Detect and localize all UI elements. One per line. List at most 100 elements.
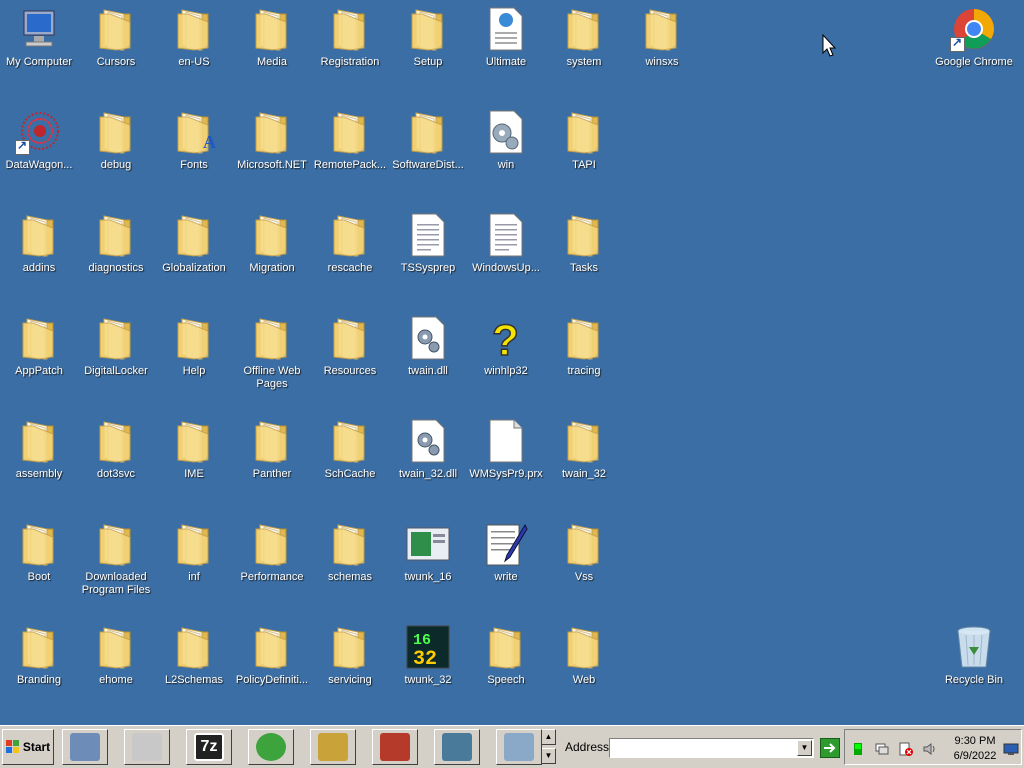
desktop-icon[interactable]: Speech bbox=[467, 622, 545, 718]
desktop-icon[interactable]: IME bbox=[155, 416, 233, 512]
desktop-icon[interactable]: ehome bbox=[77, 622, 155, 718]
desktop-icon[interactable]: Google Chrome bbox=[935, 4, 1013, 100]
address-input[interactable] bbox=[609, 738, 814, 758]
desktop-icon-label: Web bbox=[572, 674, 596, 686]
desktop-icon[interactable]: TAPI bbox=[545, 107, 623, 203]
desktop-icon[interactable]: 16 32 twunk_32 bbox=[389, 622, 467, 718]
desktop-icon[interactable]: Boot bbox=[0, 519, 78, 615]
desktop-icon[interactable]: servicing bbox=[311, 622, 389, 718]
network-lock-launch-button[interactable] bbox=[62, 729, 108, 765]
toolbox-icon bbox=[380, 733, 410, 761]
go-icon[interactable] bbox=[820, 738, 840, 758]
address-dropdown-button[interactable]: ▼ bbox=[797, 740, 812, 756]
desktop-icon[interactable]: SchCache bbox=[311, 416, 389, 512]
desktop-icon-label: TAPI bbox=[572, 159, 596, 171]
desktop-icon[interactable]: Offline Web Pages bbox=[233, 313, 311, 409]
desktop-icon[interactable]: write bbox=[467, 519, 545, 615]
fax-launch-button[interactable] bbox=[124, 729, 170, 765]
desktop-icon[interactable]: Globalization bbox=[155, 210, 233, 306]
desktop-icon[interactable]: Media bbox=[233, 4, 311, 100]
desktop-icon[interactable]: Web bbox=[545, 622, 623, 718]
show-desktop-icon[interactable] bbox=[1003, 742, 1019, 756]
quicklaunch-scroll-up-button[interactable]: ▲ bbox=[541, 729, 556, 745]
desktop-icon[interactable]: twain.dll bbox=[389, 313, 467, 409]
desktop-icon[interactable]: My Computer bbox=[0, 4, 78, 100]
desktop-icon-label: winsxs bbox=[645, 56, 679, 68]
desktop-icon[interactable]: Recycle Bin bbox=[935, 622, 1013, 718]
desktop-icon[interactable]: Help bbox=[155, 313, 233, 409]
toolbox-launch-button[interactable] bbox=[372, 729, 418, 765]
volume-icon[interactable] bbox=[923, 742, 937, 756]
desktop-icon[interactable]: assembly bbox=[0, 416, 78, 512]
desktop-icon[interactable]: Cursors bbox=[77, 4, 155, 100]
desktop-icon[interactable]: Microsoft.NET bbox=[233, 107, 311, 203]
windows-logo-launch-button[interactable] bbox=[248, 729, 294, 765]
shortcut-arrow-icon bbox=[15, 138, 30, 155]
desktop-icon[interactable]: DataWagon... bbox=[0, 107, 78, 203]
desktop-icon[interactable]: Panther bbox=[233, 416, 311, 512]
desktop-icon[interactable]: PolicyDefiniti... bbox=[233, 622, 311, 718]
security-alert-icon[interactable] bbox=[899, 742, 913, 756]
folder-icon bbox=[170, 210, 218, 260]
desktop-icon[interactable]: twain_32 bbox=[545, 416, 623, 512]
clock-time[interactable]: 9:30 PM bbox=[945, 735, 1005, 747]
folder-icon bbox=[92, 622, 140, 672]
network-icon[interactable] bbox=[875, 742, 889, 756]
desktop-icon[interactable]: AppPatch bbox=[0, 313, 78, 409]
desktop-icon[interactable]: diagnostics bbox=[77, 210, 155, 306]
desktop-icon[interactable]: tracing bbox=[545, 313, 623, 409]
desktop-icon[interactable]: Tasks bbox=[545, 210, 623, 306]
desktop-icon[interactable]: en-US bbox=[155, 4, 233, 100]
desktop-icon[interactable]: Setup bbox=[389, 4, 467, 100]
desktop-icon[interactable]: Performance bbox=[233, 519, 311, 615]
desktop-icon[interactable]: addins bbox=[0, 210, 78, 306]
network-activity-icon[interactable] bbox=[851, 742, 865, 756]
desktop-icon[interactable]: Vss bbox=[545, 519, 623, 615]
clock-date[interactable]: 6/9/2022 bbox=[945, 750, 1005, 762]
desktop-icon[interactable]: WMSysPr9.prx bbox=[467, 416, 545, 512]
quicklaunch-scroll-down-button[interactable]: ▼ bbox=[541, 748, 556, 764]
desktop-icon[interactable]: system bbox=[545, 4, 623, 100]
folder-icon bbox=[92, 4, 140, 54]
desktop-icon[interactable]: Resources bbox=[311, 313, 389, 409]
desktop-icon[interactable]: winsxs bbox=[623, 4, 701, 100]
fax-icon bbox=[132, 733, 162, 761]
desktop-icon[interactable]: Ultimate bbox=[467, 4, 545, 100]
disc-drive-icon bbox=[504, 733, 534, 761]
desktop-icon[interactable]: rescache bbox=[311, 210, 389, 306]
desktop-icon[interactable]: Branding bbox=[0, 622, 78, 718]
folder-icon bbox=[92, 416, 140, 466]
desktop-icon[interactable]: RemotePack... bbox=[311, 107, 389, 203]
7zip-launch-button[interactable]: 7z bbox=[186, 729, 232, 765]
folder-icon bbox=[638, 4, 686, 54]
desktop-icon-label: ehome bbox=[99, 674, 133, 686]
desktop-icon[interactable]: TSSysprep bbox=[389, 210, 467, 306]
folder-icon bbox=[15, 519, 63, 569]
desktop-icon[interactable]: twunk_16 bbox=[389, 519, 467, 615]
desktop-icon[interactable]: dot3svc bbox=[77, 416, 155, 512]
desktop-icon[interactable]: schemas bbox=[311, 519, 389, 615]
network-card-launch-button[interactable] bbox=[434, 729, 480, 765]
desktop-icon[interactable]: win bbox=[467, 107, 545, 203]
keys-launch-button[interactable] bbox=[310, 729, 356, 765]
desktop-icon-label: rescache bbox=[327, 262, 373, 274]
desktop-icon[interactable]: DigitalLocker bbox=[77, 313, 155, 409]
desktop-icon[interactable]: debug bbox=[77, 107, 155, 203]
desktop-icon[interactable]: inf bbox=[155, 519, 233, 615]
desktop-icon[interactable]: SoftwareDist... bbox=[389, 107, 467, 203]
desktop-icon[interactable]: Registration bbox=[311, 4, 389, 100]
desktop-icon-label: Ultimate bbox=[485, 56, 527, 68]
desktop-icon[interactable]: Downloaded Program Files bbox=[77, 519, 155, 615]
mouse-pointer-icon bbox=[822, 33, 838, 58]
desktop-icon[interactable]: ? winhlp32 bbox=[467, 313, 545, 409]
desktop-icon[interactable]: A Fonts bbox=[155, 107, 233, 203]
desktop-icon[interactable]: WindowsUp... bbox=[467, 210, 545, 306]
desktop-icon-label: Registration bbox=[320, 56, 380, 68]
desktop-icon[interactable]: twain_32.dll bbox=[389, 416, 467, 512]
svg-text:16: 16 bbox=[413, 632, 431, 649]
disc-drive-launch-button[interactable] bbox=[496, 729, 542, 765]
desktop-icon[interactable]: L2Schemas bbox=[155, 622, 233, 718]
start-button[interactable]: Start bbox=[2, 729, 54, 765]
desktop-icon-label: system bbox=[566, 56, 602, 68]
desktop-icon[interactable]: Migration bbox=[233, 210, 311, 306]
